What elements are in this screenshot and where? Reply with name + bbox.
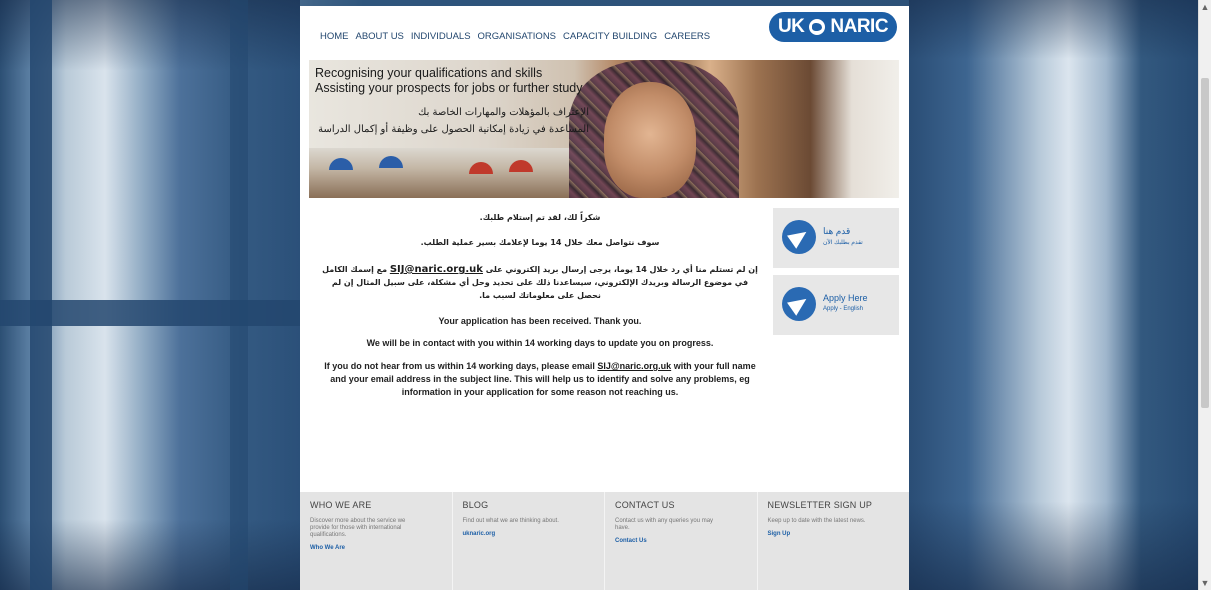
page-container: HOME ABOUT US INDIVIDUALS ORGANISATIONS … — [300, 6, 909, 590]
scrollbar-thumb[interactable] — [1201, 78, 1209, 408]
apply-en-sub: Apply - English — [823, 306, 864, 312]
hero-ar-line-1: الإعتراف بالمؤهلات والمهارات الخاصة بك — [418, 107, 589, 118]
background-right — [909, 0, 1199, 590]
scroll-up-icon[interactable]: ▲ — [1199, 0, 1211, 14]
apply-here-english-card[interactable]: Apply Here Apply - English — [773, 275, 899, 335]
hero-ar-line-2: المساعدة في زيادة إمكانية الحصول على وظي… — [318, 124, 589, 135]
nav-organisations[interactable]: ORGANISATIONS — [478, 31, 556, 42]
apply-arrow-icon — [782, 220, 816, 254]
ar-email-link[interactable]: SIJ@naric.org.uk — [390, 264, 483, 275]
background-left — [0, 0, 300, 590]
footer-contact-heading: CONTACT US — [615, 500, 675, 510]
confirmation-message: شكراً لك، لقد تم إستلام طلبك. سوف نتواصل… — [320, 213, 760, 399]
footer-news-heading: NEWSLETTER SIGN UP — [767, 500, 873, 510]
footer-contact-us: CONTACT US Contact us with any queries y… — [605, 492, 758, 590]
apply-en-title: Apply Here — [823, 293, 868, 303]
logo-uk-text: UK — [777, 16, 805, 37]
apply-ar-sub: تقدم بطلبك الآن — [823, 240, 863, 246]
hero-line-2: Assisting your prospects for jobs or fur… — [315, 81, 583, 95]
ar-notice-pre: إن لم تستلم منا أي رد خلال 14 يوما، يرجى… — [485, 265, 758, 274]
nav-home[interactable]: HOME — [320, 31, 349, 42]
footer-contact-desc: Contact us with any queries you may have… — [615, 518, 714, 531]
ar-notice: إن لم تستلم منا أي رد خلال 14 يوما، يرجى… — [320, 263, 760, 302]
nav-individuals[interactable]: INDIVIDUALS — [411, 31, 471, 42]
en-notice-pre: If you do not hear from us within 14 wor… — [324, 361, 595, 371]
footer-contact-link[interactable]: Contact Us — [615, 538, 747, 544]
hero-line-1: Recognising your qualifications and skil… — [315, 66, 543, 80]
footer-blog-heading: BLOG — [462, 500, 489, 510]
hero-tagline: Recognising your qualifications and skil… — [315, 66, 582, 96]
logo-naric-text: NARIC — [830, 16, 889, 37]
ar-thanks: شكراً لك، لقد تم إستلام طلبك. — [479, 213, 601, 222]
main-nav: HOME ABOUT US INDIVIDUALS ORGANISATIONS … — [320, 31, 710, 42]
scroll-down-icon[interactable]: ▼ — [1199, 576, 1211, 590]
en-received: Your application has been received. Than… — [438, 316, 642, 326]
footer-who-desc: Discover more about the service we provi… — [310, 518, 406, 538]
footer-newsletter: NEWSLETTER SIGN UP Keep up to date with … — [758, 492, 910, 590]
nav-careers[interactable]: CAREERS — [664, 31, 710, 42]
footer-blog-link[interactable]: uknaric.org — [463, 531, 595, 537]
globe-icon — [806, 16, 829, 38]
hero-banner: Recognising your qualifications and skil… — [309, 60, 899, 198]
apply-arrow-icon — [782, 287, 816, 321]
apply-here-arabic-card[interactable]: قدم هنا تقدم بطلبك الآن — [773, 208, 899, 268]
page-scrollbar[interactable]: ▲ ▼ — [1198, 0, 1211, 590]
nav-capacity-building[interactable]: CAPACITY BUILDING — [563, 31, 657, 42]
footer-who-we-are: WHO WE ARE Discover more about the servi… — [300, 492, 453, 590]
en-contact: We will be in contact with you within 14… — [366, 338, 714, 348]
footer-news-desc: Keep up to date with the latest news. — [767, 518, 866, 524]
en-email-link[interactable]: SIJ@naric.org.uk — [597, 361, 671, 371]
footer-who-heading: WHO WE ARE — [310, 500, 372, 510]
en-notice: If you do not hear from us within 14 wor… — [320, 360, 760, 399]
hero-arabic-tagline: الإعتراف بالمؤهلات والمهارات الخاصة بك ا… — [318, 104, 589, 138]
hero-woman-photo — [604, 82, 696, 198]
footer-who-link[interactable]: Who We Are — [310, 545, 442, 551]
footer-blog: BLOG Find out what we are thinking about… — [453, 492, 605, 590]
ar-contact: سوف نتواصل معك خلال 14 يوما لإعلامك بسير… — [420, 238, 660, 247]
nav-about-us[interactable]: ABOUT US — [356, 31, 404, 42]
footer-news-link[interactable]: Sign Up — [768, 531, 900, 537]
uk-naric-logo[interactable]: UK NARIC — [769, 12, 897, 42]
footer: WHO WE ARE Discover more about the servi… — [300, 492, 909, 590]
footer-blog-desc: Find out what we are thinking about. — [462, 518, 559, 524]
apply-ar-title: قدم هنا — [823, 226, 851, 236]
hero-children-photo — [309, 148, 599, 198]
